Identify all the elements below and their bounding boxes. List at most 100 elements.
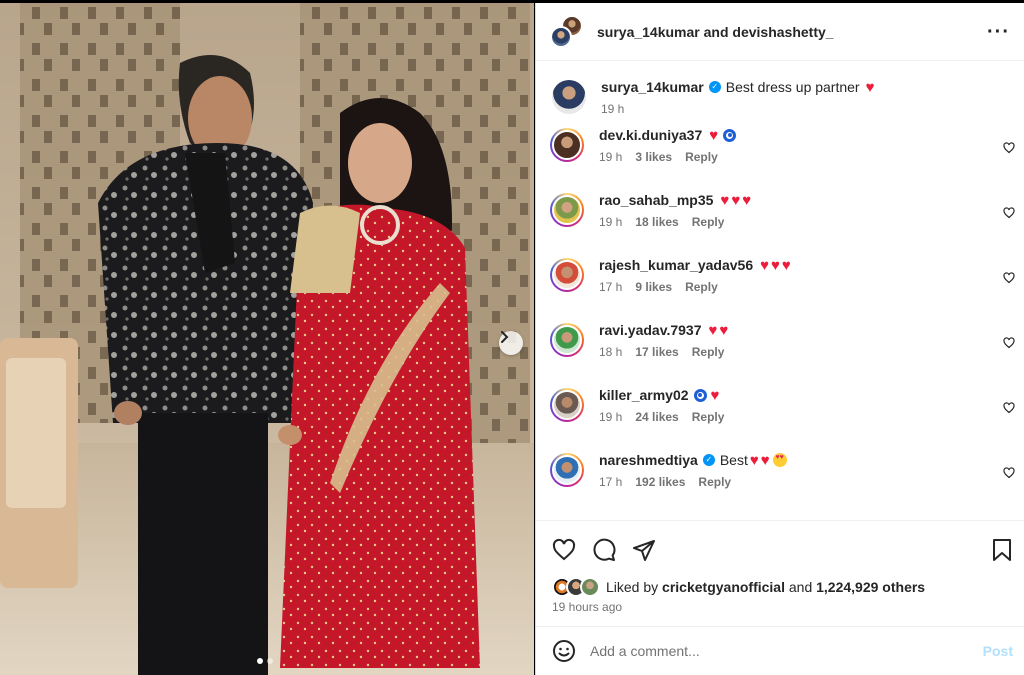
comment-text: Best [719, 452, 748, 468]
emoji-icon [553, 640, 575, 662]
author-link[interactable]: devishashetty_ [732, 24, 833, 40]
heart-icon[interactable] [1003, 467, 1015, 479]
carousel-dot-active [257, 658, 263, 664]
heart-icon[interactable] [1003, 207, 1015, 219]
verified-icon: ✓ [708, 81, 721, 93]
comment-time: 19 h [599, 410, 623, 424]
comment-time: 19 h [599, 150, 623, 164]
comment-item: dev.ki.duniya37 ♥ 19 h 3 likes Reply [536, 126, 1024, 191]
comment-input[interactable] [590, 643, 983, 659]
comment-item: ravi.yadav.7937 ♥ ♥ 18 h 17 likes Reply [536, 321, 1024, 386]
caption-username[interactable]: surya_14kumar [601, 78, 704, 96]
caption-time: 19 h [601, 102, 625, 116]
avatar[interactable] [550, 323, 584, 357]
comment-likes[interactable]: 3 likes [635, 150, 672, 164]
comment-time: 19 h [599, 215, 623, 229]
likes-prefix: Liked by [606, 579, 659, 595]
avatar[interactable] [550, 128, 584, 162]
comment-time: 18 h [599, 345, 623, 359]
comment-likes[interactable]: 24 likes [635, 410, 678, 424]
evil-eye-emoji [693, 388, 707, 402]
comment-username[interactable]: dev.ki.duniya37 [599, 126, 702, 144]
chevron-right-icon [501, 331, 509, 343]
post-detail-panel: surya_14kumar and devishashetty_ ··· sur… [535, 3, 1024, 675]
post-comment-button[interactable]: Post [983, 643, 1013, 659]
avatar [550, 25, 572, 48]
comment-username[interactable]: rao_sahab_mp35 [599, 191, 713, 209]
liker-username[interactable]: cricketgyanofficial [662, 579, 785, 595]
comment-item: killer_army02 ♥ 19 h 24 likes Reply [536, 386, 1024, 451]
heart-emoji: ♥ [771, 256, 780, 274]
comment-username[interactable]: nareshmedtiya [599, 451, 698, 469]
avatar[interactable] [550, 453, 584, 487]
comment-time: 17 h [599, 280, 623, 294]
likes-and: and [788, 579, 813, 595]
comment-button[interactable] [592, 538, 616, 562]
reply-button[interactable]: Reply [685, 280, 718, 294]
comment-time: 17 h [599, 475, 623, 489]
heart-icon[interactable] [1003, 142, 1015, 154]
post-photo[interactable] [0, 3, 534, 675]
save-button[interactable] [991, 538, 1013, 562]
collab-avatars[interactable] [550, 14, 584, 49]
avatar[interactable] [550, 258, 584, 292]
heart-emoji: ♥ [709, 126, 719, 144]
heart-eyes-emoji: ♥♥ [772, 453, 787, 467]
post-actions: Liked by cricketgyanofficial and 1,224,9… [536, 520, 1024, 626]
like-button[interactable] [552, 538, 576, 562]
comments-list[interactable]: surya_14kumar ✓ Best dress up partner ♥ … [536, 62, 1024, 520]
comment-likes[interactable]: 18 likes [635, 215, 678, 229]
avatar[interactable] [552, 80, 586, 114]
heart-emoji: ♥ [760, 256, 770, 274]
comment-likes[interactable]: 17 likes [635, 345, 678, 359]
heart-emoji: ♥ [865, 78, 875, 96]
heart-emoji: ♥ [749, 451, 759, 469]
heart-emoji: ♥ [708, 321, 718, 339]
avatar[interactable] [550, 193, 584, 227]
post-time[interactable]: 19 hours ago [536, 597, 1024, 614]
share-button[interactable] [632, 538, 656, 562]
likes-count[interactable]: 1,224,929 others [816, 579, 925, 595]
heart-icon [552, 538, 576, 561]
more-icon[interactable]: ··· [987, 22, 1010, 42]
heart-emoji: ♥ [719, 321, 729, 339]
liker-avatars [552, 577, 600, 597]
author-link[interactable]: surya_14kumar [597, 24, 700, 40]
caption-text: Best dress up partner [725, 79, 860, 95]
comment-username[interactable]: killer_army02 [599, 386, 689, 404]
comment-likes[interactable]: 192 likes [635, 475, 685, 489]
heart-emoji: ♥ [742, 191, 752, 209]
verified-icon: ✓ [702, 454, 715, 466]
next-slide-button[interactable] [499, 331, 523, 355]
comment-username[interactable]: rajesh_kumar_yadav56 [599, 256, 753, 274]
post-authors: surya_14kumar and devishashetty_ [597, 24, 987, 40]
author-conjunction: and [703, 23, 729, 40]
comment-icon [593, 538, 616, 561]
heart-icon[interactable] [1003, 337, 1015, 349]
comment-item: rajesh_kumar_yadav56 ♥ ♥ ♥ 17 h 9 likes … [536, 256, 1024, 321]
carousel-dots [257, 658, 273, 664]
comment-likes[interactable]: 9 likes [635, 280, 672, 294]
heart-icon[interactable] [1003, 272, 1015, 284]
heart-icon[interactable] [1003, 402, 1015, 414]
post-header: surya_14kumar and devishashetty_ ··· [536, 3, 1024, 61]
reply-button[interactable]: Reply [692, 345, 725, 359]
heart-emoji: ♥ [710, 386, 720, 404]
avatar [580, 577, 600, 597]
evil-eye-emoji [723, 128, 737, 142]
comment-username[interactable]: ravi.yadav.7937 [599, 321, 702, 339]
heart-emoji: ♥ [720, 191, 730, 209]
reply-button[interactable]: Reply [685, 150, 718, 164]
reply-button[interactable]: Reply [692, 410, 725, 424]
comment-item: nareshmedtiya ✓ Best ♥ ♥ ♥♥ 17 h 192 lik… [536, 451, 1024, 516]
heart-emoji: ♥ [731, 191, 741, 209]
caption: surya_14kumar ✓ Best dress up partner ♥ … [536, 62, 1024, 126]
heart-emoji: ♥ [781, 256, 791, 274]
avatar[interactable] [550, 388, 584, 422]
reply-button[interactable]: Reply [692, 215, 725, 229]
emoji-button[interactable] [552, 639, 576, 663]
action-icons [536, 521, 1024, 565]
reply-button[interactable]: Reply [698, 475, 731, 489]
share-icon [633, 540, 655, 561]
likes-summary: Liked by cricketgyanofficial and 1,224,9… [536, 565, 1024, 597]
